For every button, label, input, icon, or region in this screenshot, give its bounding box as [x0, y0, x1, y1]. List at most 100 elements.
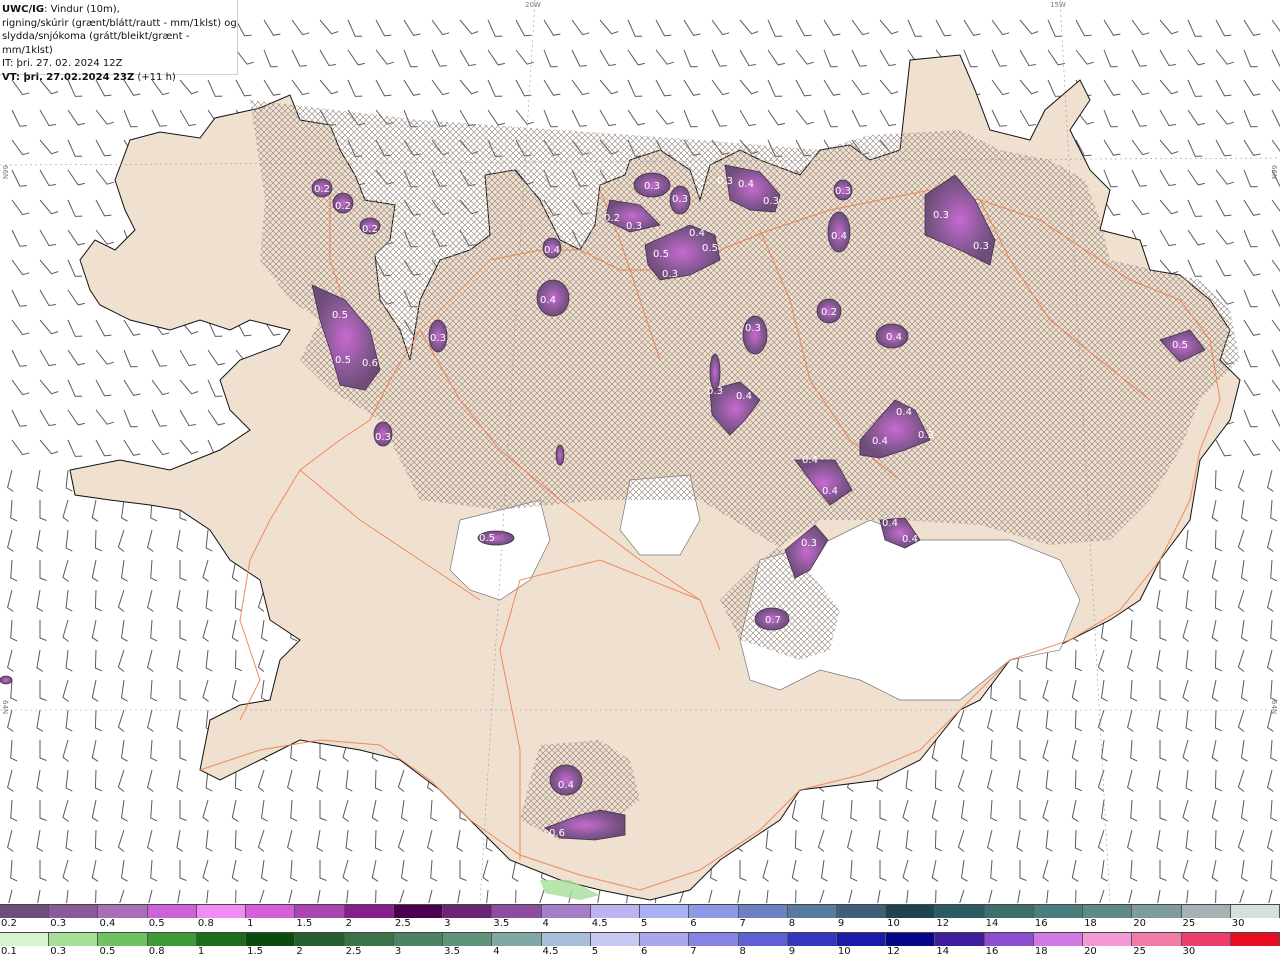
info-line-3: slydda/snjókoma (grátt/bleikt/grænt - mm… — [2, 31, 190, 56]
legend-tick-label: 0.1 — [1, 946, 17, 957]
lat-label-64n-right: 64N — [1270, 700, 1278, 715]
precip-value-label: 0.3 — [626, 221, 642, 232]
legend-color-cell — [689, 905, 739, 918]
legend-tick-label: 2.5 — [345, 946, 362, 957]
precip-value-label: 0.2 — [604, 213, 620, 224]
legend-tick-label: 25 — [1182, 918, 1196, 929]
precip-value-label: 0.3 — [763, 196, 779, 207]
lat-label-66n-left: 66N — [1, 165, 9, 180]
legend-color-cell — [443, 905, 493, 918]
legend-color-cell — [935, 905, 985, 918]
product-desc: : Vindur (10m), — [44, 4, 120, 15]
lat-label-64n-left: 64N — [1, 700, 9, 715]
legend-color-cell — [344, 905, 394, 918]
legend-tick-label: 0.8 — [197, 918, 214, 929]
legend-tick-label: 5 — [641, 918, 648, 929]
precip-value-label: 0.3 — [973, 241, 989, 252]
legend-color-cell — [393, 933, 444, 946]
initial-time: IT: þri. 27. 02. 2024 12Z — [2, 58, 123, 69]
precip-value-label: 0.3 — [375, 432, 391, 443]
precip-value-label: 0.3 — [745, 323, 761, 334]
legend-color-cell — [49, 905, 99, 918]
rain-legend-labels: 0.1 0.3 0.5 0.8 1 1.5 2 2.5 3 3.5 4 4.5 5 6 7 8 9 10 12 14 1… — [0, 946, 1280, 958]
legend-tick-label: 12 — [887, 946, 900, 957]
precip-value-label: 0.4 — [831, 231, 847, 242]
precip-value-label: 0.4 — [822, 486, 838, 497]
legend-tick-label: 16 — [985, 946, 999, 957]
legend-tick-label: 1.5 — [247, 946, 264, 957]
precip-value-label: 0.4 — [558, 780, 574, 791]
snow-legend-bar — [0, 904, 1280, 918]
legend-tick-label: 0.5 — [99, 946, 116, 957]
legend-color-cell — [836, 905, 887, 918]
precip-value-label: 0.6 — [362, 358, 378, 369]
legend-tick-label: 30 — [1231, 918, 1245, 929]
precip-value-label: 0.3 — [933, 210, 949, 221]
precip-value-label: 0.2 — [362, 224, 378, 235]
legend-color-cell — [246, 905, 296, 918]
legend-color-cell — [344, 933, 394, 946]
legend-tick-label: 7 — [690, 946, 697, 957]
legend-color-cell — [1083, 933, 1133, 946]
legend-tick-label: 25 — [1133, 946, 1147, 957]
precip-value-label: 0.5 — [1172, 340, 1188, 351]
lead-time: (+11 h) — [134, 71, 176, 83]
legend-color-cell — [295, 933, 345, 946]
legend-color-cell — [1181, 905, 1231, 918]
legend-color-cell — [147, 905, 197, 918]
precip-value-label: 0.5 — [479, 533, 495, 544]
legend-color-cell — [1230, 933, 1280, 946]
precip-value-label: 0.2 — [335, 201, 351, 212]
precip-value-label: 0.3 — [430, 333, 446, 344]
precip-value-label: 0.4 — [738, 179, 754, 190]
precip-value-label: 0.4 — [736, 391, 752, 402]
legend-tick-label: 7 — [739, 918, 746, 929]
legend-color-cell — [640, 905, 690, 918]
snow-legend-labels: 0.2 0.3 0.4 0.5 0.8 1 1.5 2 2.5 3 3.5 4 4.5 5 6 7 8 9 10 12… — [0, 918, 1280, 930]
precip-value-label: 0.3 — [717, 176, 733, 187]
precip-value-label: 0.4 — [896, 407, 912, 418]
precip-value-label: 0.4 — [802, 455, 818, 466]
legend-color-cell — [492, 905, 542, 918]
precip-value-label: 0.3 — [918, 430, 934, 441]
map-info-box: UWC/IG: Vindur (10m), rigning/skúrir (gr… — [0, 0, 238, 83]
legend-color-cell — [393, 905, 444, 918]
legend-tick-label: 3 — [444, 918, 451, 929]
lon-label-20w: 20W — [525, 1, 541, 9]
legend-color-cell — [1132, 933, 1182, 946]
precip-value-label: 0.4 — [544, 245, 560, 256]
legend-color-cell — [147, 933, 197, 946]
legend-color-cell — [246, 933, 296, 946]
legend-tick-label: 10 — [887, 918, 900, 929]
legend-color-cell — [836, 933, 887, 946]
legend-color-cell — [541, 905, 591, 918]
legend-tick-label: 8 — [788, 918, 796, 929]
legend-color-cell — [640, 933, 690, 946]
legend-tick-label: 8 — [739, 946, 746, 957]
legend-color-cell — [492, 933, 542, 946]
product-name: UWC/IG — [2, 4, 45, 15]
legend-color-cell — [541, 933, 591, 946]
legend-tick-label: 14 — [936, 946, 950, 957]
lat-label-66n-right: 66N — [1270, 165, 1278, 180]
rain-legend-bar — [0, 932, 1280, 946]
legend-color-cell — [935, 933, 985, 946]
legend-color-cell — [984, 933, 1034, 946]
legend-tick-label: 3.5 — [493, 918, 510, 929]
precip-value-label: 0.4 — [540, 295, 556, 306]
precip-value-label: 0.2 — [314, 184, 330, 195]
weather-map: 0.2 0.2 0.2 0.5 0.5 0.6 0.3 0.3 0.4 0.4 0.3 0.2 0.3 0… — [0, 0, 1280, 903]
legend-tick-label: 16 — [1034, 918, 1048, 929]
precip-value-label: 0.4 — [886, 332, 902, 343]
legend-color-cell — [1033, 933, 1084, 946]
legend-color-cell — [1083, 905, 1133, 918]
precip-value-label: 0.3 — [835, 186, 851, 197]
legend-tick-label: 0.3 — [50, 918, 67, 929]
legend-tick-label: 1.5 — [296, 918, 313, 929]
precip-value-label: 0.5 — [335, 355, 351, 366]
legend-tick-label: 10 — [837, 946, 851, 957]
legend-tick-label: 1 — [247, 918, 254, 929]
precip-value-label: 0.4 — [902, 534, 918, 545]
legend-tick-label: 2 — [296, 946, 303, 957]
legend-color-cell — [1033, 905, 1084, 918]
